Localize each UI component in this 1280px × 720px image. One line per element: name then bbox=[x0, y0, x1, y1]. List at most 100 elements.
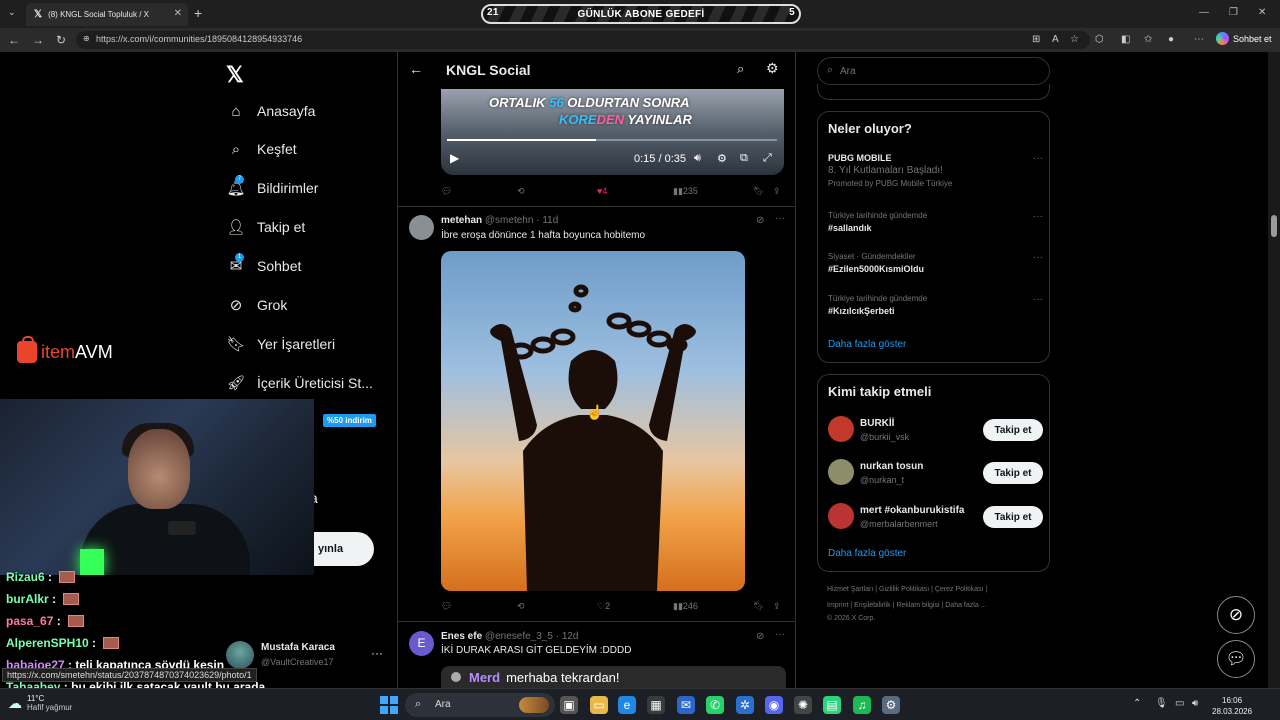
account-handle[interactable]: @burkii_vsk bbox=[860, 432, 909, 442]
show-more-follow-link[interactable]: Daha fazla göster bbox=[828, 548, 906, 559]
author-name[interactable]: metehan bbox=[441, 215, 482, 226]
views-button[interactable]: ▮▮ 235 bbox=[673, 186, 698, 197]
account-handle[interactable]: @merbalarbenmert bbox=[860, 519, 938, 529]
avatar[interactable]: E bbox=[409, 631, 434, 656]
back-arrow-icon[interactable]: ← bbox=[409, 61, 423, 77]
trend-item[interactable]: Türkiye tarihinde gündemde #sallandık ··· bbox=[828, 211, 1043, 233]
follow-button[interactable]: Takip et bbox=[983, 506, 1043, 528]
pip-icon[interactable]: ⧉ bbox=[740, 152, 748, 165]
grok-icon[interactable]: ⊘ bbox=[756, 631, 764, 642]
tab-actions-icon[interactable]: ⌄ bbox=[8, 7, 16, 18]
weather-widget[interactable]: ☁ 11°C Hafif yağmur bbox=[8, 694, 72, 712]
play-icon[interactable]: ▶ bbox=[450, 151, 459, 165]
microphone-icon[interactable]: 🎙︎ bbox=[1155, 698, 1168, 709]
repost-icon[interactable]: ⟲ bbox=[517, 601, 525, 612]
post-age[interactable]: 12d bbox=[562, 631, 579, 642]
forward-icon[interactable]: → bbox=[32, 33, 44, 47]
profile-avatar-icon[interactable]: ● bbox=[1168, 34, 1174, 45]
system-clock[interactable]: 16:06 28.03.2026 bbox=[1212, 695, 1252, 717]
trend-item[interactable]: PUBG MOBILE 8. Yıl Kutlamaları Başladı! Pr… bbox=[828, 153, 1043, 188]
extensions-icon[interactable]: ⬡ bbox=[1095, 34, 1104, 45]
network-icon[interactable]: ▭ bbox=[1175, 698, 1184, 709]
start-button[interactable] bbox=[380, 696, 398, 714]
search-input[interactable]: ⌕ Ara bbox=[817, 57, 1050, 85]
follow-button[interactable]: Takip et bbox=[983, 419, 1043, 441]
author-name[interactable]: Enes efe bbox=[441, 631, 482, 642]
avatar[interactable] bbox=[409, 215, 434, 240]
more-icon[interactable]: ··· bbox=[371, 646, 383, 660]
more-icon[interactable]: ··· bbox=[1033, 294, 1043, 305]
mail-app-icon[interactable]: ✉ bbox=[677, 696, 695, 714]
repost-icon[interactable]: ⟲ bbox=[517, 186, 525, 197]
favorite-star-icon[interactable]: ☆ bbox=[1070, 34, 1079, 45]
x-home-logo[interactable]: 𝕏 bbox=[226, 62, 244, 88]
settings-gear-icon[interactable]: ⚙ bbox=[882, 696, 900, 714]
nav-item-0[interactable]: ⌂ Anasayfa bbox=[226, 96, 315, 126]
taskbar-search[interactable]: ⌕ Ara bbox=[405, 693, 555, 717]
more-icon[interactable]: ··· bbox=[775, 213, 785, 224]
post-age[interactable]: 11d bbox=[542, 215, 558, 226]
url-field[interactable]: ⊕ https://x.com/i/communities/1895084128… bbox=[76, 31, 1090, 49]
bookmark-icon[interactable]: 🔖︎ bbox=[753, 186, 764, 197]
video-player[interactable]: ORTALIK 56 OLDURTAN SONRA KOREDEN YAYINL… bbox=[441, 89, 784, 175]
nav-item-2[interactable]: 🔔︎ 7 Bildirimler bbox=[226, 173, 318, 203]
suggested-account[interactable]: BURKİİ @burkii_vsk Takip et bbox=[828, 416, 1043, 444]
scrollbar-thumb[interactable] bbox=[1271, 215, 1277, 237]
maximize-icon[interactable]: ❐ bbox=[1229, 7, 1238, 18]
reply-icon[interactable]: 💬︎ bbox=[441, 601, 452, 612]
share-icon[interactable]: ⇪ bbox=[773, 186, 781, 197]
new-tab-icon[interactable]: + bbox=[194, 5, 202, 21]
show-hidden-icons-icon[interactable]: ⌃ bbox=[1133, 698, 1141, 709]
nav-item-1[interactable]: ⌕ Keşfet bbox=[226, 134, 297, 164]
like-button[interactable]: ♥ 4 bbox=[597, 186, 607, 196]
nav-item-5[interactable]: ⊘ Grok bbox=[226, 290, 288, 320]
video-settings-icon[interactable]: ⚙ bbox=[717, 152, 727, 165]
like-button[interactable]: ♡ 2 bbox=[597, 601, 610, 612]
grok-icon[interactable]: ⊘ bbox=[756, 215, 764, 226]
scrollbar[interactable] bbox=[1268, 52, 1280, 688]
favorites-icon[interactable]: ✩ bbox=[1144, 34, 1152, 45]
trend-item[interactable]: Türkiye tarihinde gündemde #KızılcıkŞerbe… bbox=[828, 294, 1043, 316]
back-icon[interactable]: ← bbox=[8, 33, 20, 47]
suggested-account[interactable]: nurkan tosun @nurkan_t Takip et bbox=[828, 459, 1043, 487]
more-icon[interactable]: ··· bbox=[775, 629, 785, 640]
suggested-account[interactable]: mert #okanburukistifa @merbalarbenmert Tak… bbox=[828, 503, 1043, 531]
author-handle[interactable]: @smetehn bbox=[485, 215, 534, 226]
share-icon[interactable]: ⇪ bbox=[773, 601, 781, 612]
whatsapp-icon[interactable]: ✆ bbox=[706, 696, 724, 714]
video-progress[interactable] bbox=[447, 139, 777, 141]
post-photo[interactable] bbox=[441, 251, 745, 591]
show-more-trends-link[interactable]: Daha fazla göster bbox=[828, 339, 906, 350]
avatar[interactable] bbox=[828, 503, 854, 529]
browser-tab[interactable]: 𝕏 (8) KNGL Social Topluluk / X ✕ bbox=[26, 3, 188, 26]
embedded-card[interactable]: Merd merhaba tekrardan! bbox=[441, 666, 786, 688]
search-icon[interactable]: ⌕ bbox=[737, 61, 744, 77]
discord-icon[interactable]: ◉ bbox=[765, 696, 783, 714]
reply-icon[interactable]: 💬︎ bbox=[441, 186, 452, 197]
account-name[interactable]: mert #okanburukistifa bbox=[860, 505, 964, 516]
avatar[interactable] bbox=[828, 459, 854, 485]
avatar[interactable] bbox=[828, 416, 854, 442]
close-tab-icon[interactable]: ✕ bbox=[174, 8, 182, 19]
more-icon[interactable]: ··· bbox=[1033, 211, 1043, 222]
spotify-icon[interactable]: ♫ bbox=[853, 696, 871, 714]
nav-item-7[interactable]: 🚀︎ İçerik Üreticisi St... bbox=[226, 368, 372, 398]
fullscreen-icon[interactable]: ⤢ bbox=[763, 152, 772, 165]
volume-icon[interactable]: 🔊︎ bbox=[1192, 698, 1198, 709]
trend-item[interactable]: Siyaset · Gündemdekiler #Ezilen5000KısmiO… bbox=[828, 252, 1043, 274]
more-icon[interactable]: ··· bbox=[1033, 252, 1043, 263]
more-icon[interactable]: ··· bbox=[1033, 153, 1043, 164]
app-icon[interactable]: ✺ bbox=[794, 696, 812, 714]
messages-fab-icon[interactable]: 💬︎ bbox=[1217, 640, 1255, 678]
author-handle[interactable]: @enesefe_3_5 bbox=[485, 631, 553, 642]
volume-icon[interactable]: 🔊︎ bbox=[694, 152, 701, 165]
app-green-icon[interactable]: ▤ bbox=[823, 696, 841, 714]
account-name[interactable]: nurkan tosun bbox=[860, 461, 923, 472]
task-view-icon[interactable]: ▣ bbox=[560, 696, 578, 714]
site-info-icon[interactable]: ⊕ bbox=[83, 34, 90, 43]
account-name[interactable]: BURKİİ bbox=[860, 418, 894, 429]
refresh-icon[interactable]: ↻ bbox=[56, 33, 66, 47]
file-explorer-icon[interactable]: ▭ bbox=[590, 696, 608, 714]
edge-icon[interactable]: e bbox=[618, 696, 636, 714]
footer-links[interactable]: Hizmet Şartları | Gizlilik Politikası | … bbox=[827, 586, 987, 593]
